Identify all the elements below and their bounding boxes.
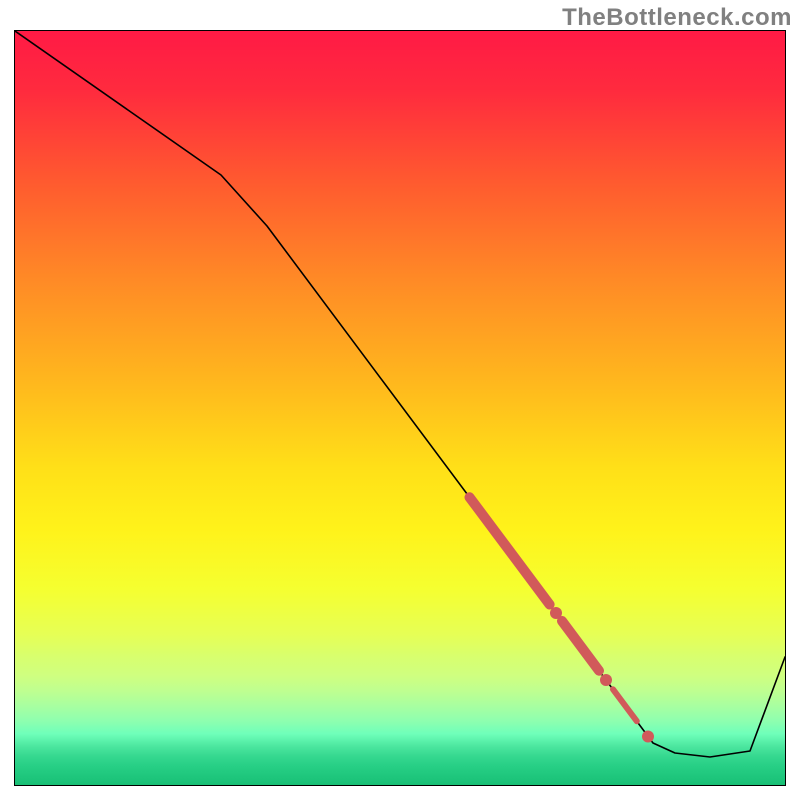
highlight-segment — [562, 621, 599, 671]
curve-layer — [15, 31, 785, 785]
plot-inner — [15, 31, 785, 785]
highlight-group — [470, 497, 655, 742]
watermark-text: TheBottleneck.com — [562, 4, 792, 32]
highlight-dot — [600, 674, 612, 686]
highlight-segment — [613, 689, 637, 721]
highlight-dot — [642, 731, 654, 743]
plot-area — [14, 30, 786, 786]
chart-stage: TheBottleneck.com — [0, 0, 800, 800]
highlight-dot — [550, 607, 562, 619]
highlight-segment — [470, 497, 550, 604]
main-curve-path — [15, 31, 785, 757]
